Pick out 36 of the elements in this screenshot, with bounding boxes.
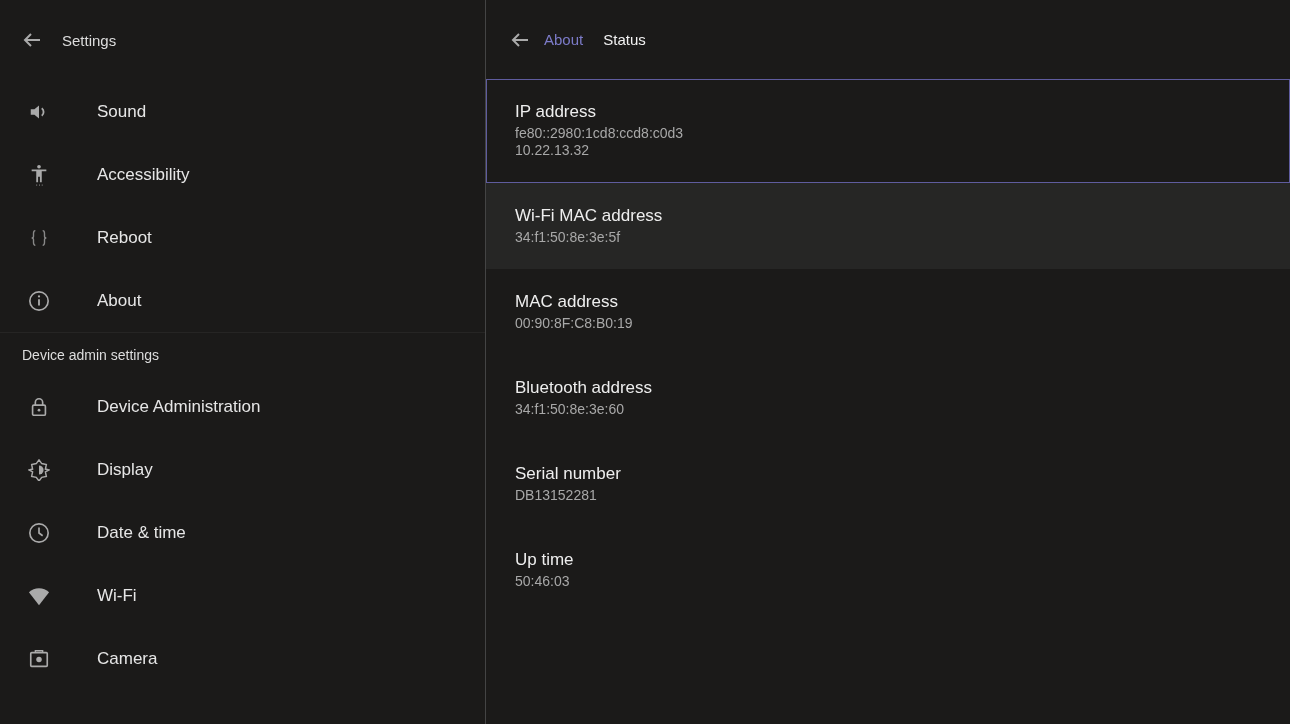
section-header: Device admin settings — [21, 346, 160, 365]
status-row[interactable]: Up time 50:46:03 — [486, 527, 1290, 613]
menu-item[interactable]: Camera — [0, 627, 485, 690]
row-value: 34:f1:50:8e:3e:60 — [515, 401, 625, 418]
status-row[interactable]: Wi-Fi MAC address 34:f1:50:8e:3e:5f — [486, 183, 1290, 269]
menu-item[interactable]: Accessibility — [0, 143, 485, 206]
row-title: MAC address — [515, 292, 619, 312]
camera-icon — [28, 647, 50, 670]
brightness-icon — [28, 458, 50, 481]
row-title: Serial number — [515, 464, 622, 484]
row-value: DB13152281 — [515, 487, 598, 504]
row-value: 50:46:03 — [515, 573, 571, 590]
status-row[interactable]: Serial number DB13152281 — [486, 441, 1290, 527]
menu-item[interactable]: Display — [0, 438, 485, 501]
status-row[interactable]: Bluetooth address 34:f1:50:8e:3e:60 — [486, 355, 1290, 441]
info-icon — [28, 289, 50, 312]
status-row[interactable]: IP address fe80::2980:1cd8:ccd8:c0d3 10.22.13.32 — [486, 79, 1290, 183]
menu-item[interactable]: About — [0, 269, 485, 332]
row-title: Bluetooth address — [515, 378, 654, 398]
row-title: IP address — [515, 102, 597, 122]
menu-item[interactable]: Wi-Fi — [0, 564, 485, 627]
row-value: 10.22.13.32 — [515, 142, 590, 159]
menu-item[interactable]: Device Administration — [0, 375, 485, 438]
row-value: 34:f1:50:8e:3e:5f — [515, 229, 622, 246]
row-value: fe80::2980:1cd8:ccd8:c0d3 — [515, 125, 685, 142]
row-title: Up time — [515, 550, 575, 570]
breadcrumb-current: Status — [603, 31, 646, 48]
menu-item[interactable]: Sound — [0, 80, 485, 143]
breadcrumb-link[interactable]: About — [544, 31, 584, 48]
row-title: Wi-Fi MAC address — [515, 206, 664, 226]
status-row[interactable]: MAC address 00:90:8F:C8:B0:19 — [486, 269, 1290, 355]
menu-item[interactable]: Reboot — [0, 206, 485, 269]
clock-icon — [28, 521, 50, 544]
row-value: 00:90:8F:C8:B0:19 — [515, 315, 634, 332]
panel-title: Settings — [62, 31, 117, 49]
menu-item[interactable]: Date & time — [0, 501, 485, 564]
